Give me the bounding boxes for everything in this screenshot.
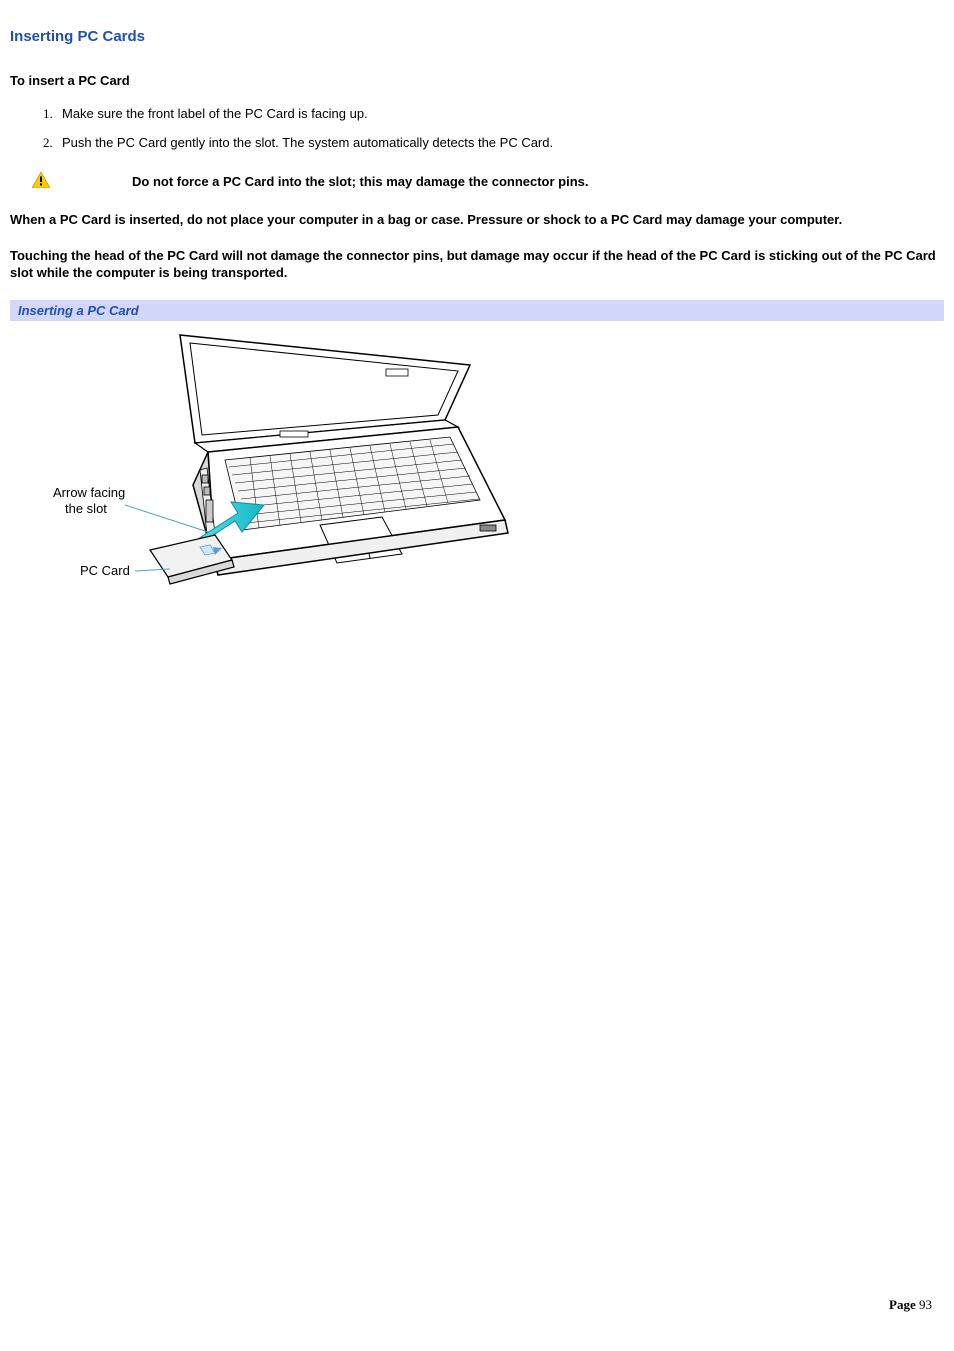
step-item: Push the PC Card gently into the slot. T… bbox=[56, 135, 944, 150]
figure-label-arrow-line2: the slot bbox=[65, 501, 107, 516]
section-title: Inserting PC Cards bbox=[10, 28, 944, 45]
warning-text: Do not force a PC Card into the slot; th… bbox=[132, 174, 589, 189]
figure-caption-bar: Inserting a PC Card bbox=[10, 300, 944, 321]
warning-icon bbox=[10, 172, 132, 191]
warning-block: Do not force a PC Card into the slot; th… bbox=[10, 172, 944, 191]
caution-paragraph: Touching the head of the PC Card will no… bbox=[10, 247, 944, 282]
laptop-pccard-illustration: Arrow facing the slot PC Card bbox=[10, 325, 520, 590]
procedure-steps: Make sure the front label of the PC Card… bbox=[10, 106, 944, 150]
procedure-heading: To insert a PC Card bbox=[10, 73, 944, 88]
caution-paragraph: When a PC Card is inserted, do not place… bbox=[10, 211, 944, 229]
document-page: Inserting PC Cards To insert a PC Card M… bbox=[0, 0, 954, 590]
page-number: Page 93 bbox=[889, 1297, 932, 1313]
step-item: Make sure the front label of the PC Card… bbox=[56, 106, 944, 121]
figure-container: Arrow facing the slot PC Card bbox=[10, 321, 944, 590]
figure-label-arrow-line1: Arrow facing bbox=[53, 485, 125, 500]
page-number-label: Page bbox=[889, 1297, 916, 1312]
page-number-value: 93 bbox=[919, 1297, 932, 1312]
figure-label-pccard: PC Card bbox=[80, 563, 130, 578]
